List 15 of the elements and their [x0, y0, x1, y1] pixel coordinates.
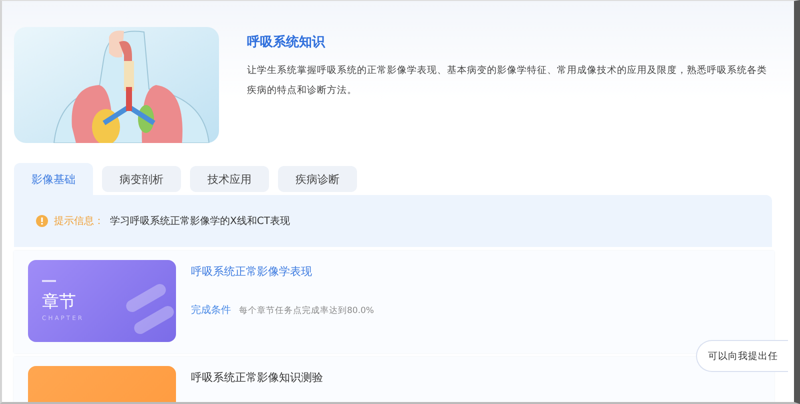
- item-title[interactable]: 呼吸系统正常影像知识测验: [191, 370, 323, 385]
- tab[interactable]: 疾病诊断: [278, 166, 357, 192]
- course-title: 呼吸系统知识: [247, 34, 326, 51]
- item-title[interactable]: 呼吸系统正常影像学表现: [191, 264, 374, 279]
- notice-label: 提示信息：: [54, 214, 104, 228]
- thumbnail-label: 章节: [42, 291, 77, 313]
- condition-label: 完成条件: [191, 304, 231, 317]
- tab[interactable]: 病变剖析: [102, 166, 181, 192]
- notice-text: 学习呼吸系统正常影像学的X线和CT表现: [110, 214, 290, 228]
- assistant-bubble[interactable]: 可以向我提出任: [696, 340, 788, 372]
- info-icon: [36, 215, 48, 227]
- tab[interactable]: 技术应用: [190, 166, 269, 192]
- condition-text: 每个章节任务点完成率达到80.0%: [239, 305, 374, 317]
- tab[interactable]: 影像基础: [14, 163, 93, 195]
- course-description: 让学生系统掌握呼吸系统的正常影像学表现、基本病变的影像学特征、常用成像技术的应用及限度，熟悉呼吸系统各类疾病的特点和诊断方法。: [247, 64, 768, 98]
